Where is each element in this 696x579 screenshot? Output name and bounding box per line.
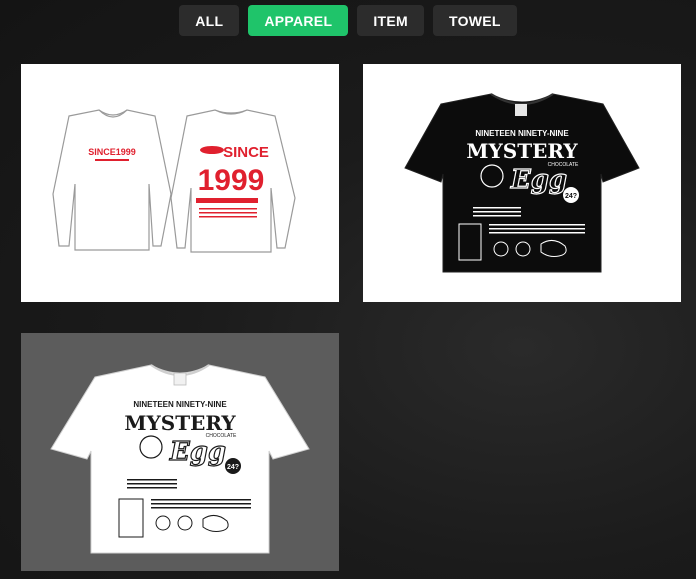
title-egg-text: Egg [510, 165, 567, 195]
black-tee-image: NINETEEN NINETY-NINE MYSTERY CHOCOLATE E… [404, 93, 640, 273]
badge-text: 24? [227, 464, 239, 471]
category-filter-bar: ALL APPAREL ITEM TOWEL [0, 5, 696, 36]
headline-text: NINETEEN NINETY-NINE [133, 400, 227, 409]
title-mystery-text: MYSTERY [124, 411, 236, 435]
back-print-since: SINCE [223, 144, 269, 161]
front-print-text: SINCE1999 [88, 147, 136, 157]
filter-item-button[interactable]: ITEM [357, 5, 424, 36]
product-card-black-tee[interactable]: NINETEEN NINETY-NINE MYSTERY CHOCOLATE E… [363, 64, 681, 302]
filter-all-button[interactable]: ALL [179, 5, 240, 36]
title-egg-text: Egg [169, 437, 226, 467]
badge-text: 24? [565, 193, 577, 200]
white-tee-image: NINETEEN NINETY-NINE MYSTERY CHOCOLATE E… [50, 364, 310, 554]
filter-towel-button[interactable]: TOWEL [432, 5, 517, 36]
headline-text: NINETEEN NINETY-NINE [475, 129, 569, 138]
back-print-year: 1999 [198, 164, 265, 197]
filter-apparel-button[interactable]: APPAREL [248, 5, 349, 36]
title-mystery-text: MYSTERY [466, 139, 578, 163]
product-card-long-sleeve-tee[interactable]: SINCE1999 SINCE 1999 [21, 64, 339, 302]
product-card-white-tee[interactable]: NINETEEN NINETY-NINE MYSTERY CHOCOLATE E… [21, 333, 339, 571]
long-sleeve-tee-image: SINCE1999 SINCE 1999 [52, 109, 296, 253]
